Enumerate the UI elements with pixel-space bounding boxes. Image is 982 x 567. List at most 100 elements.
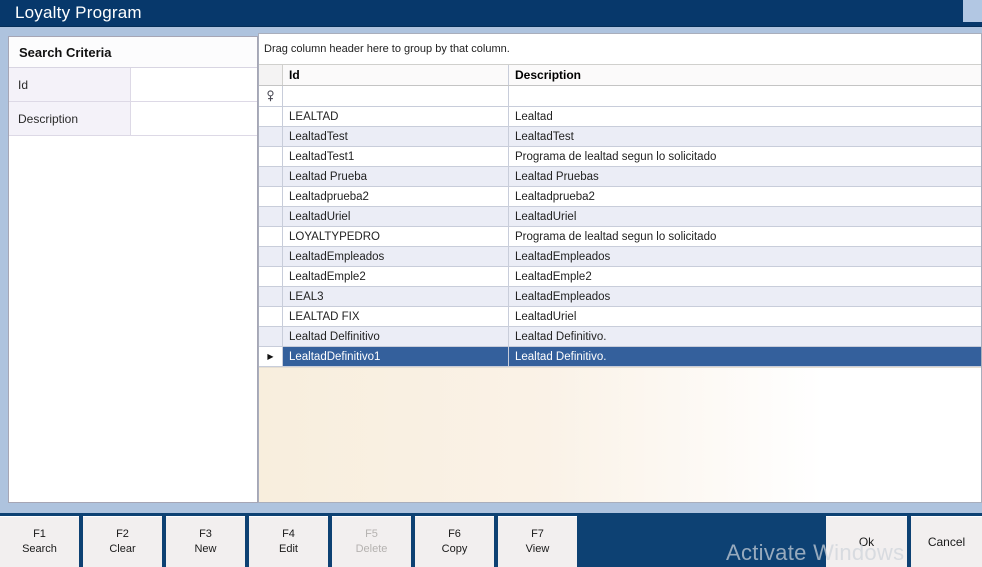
button-key: F3 [199,528,212,540]
cell-id: LEALTAD FIX [283,307,509,326]
button-label: New [194,543,217,555]
cell-description: Lealtadprueba2 [515,190,595,203]
grid-empty-area [259,367,981,502]
row-indicator [259,287,283,306]
row-indicator [259,127,283,146]
cell-id: LealtadTest [283,127,509,146]
column-header-description[interactable]: Description [509,65,981,85]
cell-description: Programa de lealtad segun lo solicitado [515,150,717,163]
group-by-panel[interactable]: Drag column header here to group by that… [259,34,981,64]
button-label: Clear [109,543,136,555]
filter-input-id[interactable] [283,86,509,106]
cell-description: Lealtad [515,110,553,123]
cell-id: LEAL3 [283,287,509,306]
row-indicator: ▶ [259,347,283,366]
table-row[interactable]: Lealtad Delfinitivo Lealtad Definitivo. [259,327,981,347]
ok-button[interactable]: Ok [826,516,907,567]
f5-delete-button: F5 Delete [332,516,411,567]
button-label: Delete [355,543,388,555]
auto-filter-row [259,86,981,107]
f6-copy-button[interactable]: F6 Copy [415,516,494,567]
table-row[interactable]: LealtadTest1 Programa de lealtad segun l… [259,147,981,167]
table-row[interactable]: LEALTAD FIX LealtadUriel [259,307,981,327]
filter-pin-icon-glyph [267,90,274,102]
window-title: Loyalty Program [15,3,142,22]
grid-header-row: Id Description [259,64,981,86]
row-indicator [259,247,283,266]
button-label: View [525,543,550,555]
results-grid: Drag column header here to group by that… [258,33,982,503]
selected-row-arrow-icon: ▶ [267,351,274,361]
table-row[interactable]: LEALTAD Lealtad [259,107,981,127]
cell-id: Lealtad Delfinitivo [283,327,509,346]
button-label: Search [22,543,57,555]
row-indicator [259,107,283,126]
cell-description: Programa de lealtad segun lo solicitado [515,230,717,243]
cell-id: LEALTAD [283,107,509,126]
cell-id: LealtadTest1 [283,147,509,166]
button-key: F2 [116,528,129,540]
cell-description: LealtadUriel [515,210,577,223]
cell-description: LealtadEmple2 [515,270,592,283]
table-row[interactable]: Lealtadprueba2 Lealtadprueba2 [259,187,981,207]
cell-description: Lealtad Definitivo. [515,350,607,363]
f3-new-button[interactable]: F3 New [166,516,245,567]
title-bar: Loyalty Program [0,0,982,27]
row-indicator [259,227,283,246]
cell-id: Lealtadprueba2 [283,187,509,206]
table-row[interactable]: LealtadTest LealtadTest [259,127,981,147]
button-key: F7 [531,528,544,540]
button-key: F4 [282,528,295,540]
cell-description: Lealtad Pruebas [515,170,599,183]
cell-id: LealtadUriel [283,207,509,226]
function-button-bar: F1 Search F2 Clear F3 New F4 Edit F5 Del… [0,513,982,567]
row-indicator [259,327,283,346]
filter-pin-icon [259,86,283,106]
table-row[interactable]: Lealtad Prueba Lealtad Pruebas [259,167,981,187]
description-search-input[interactable] [131,102,257,136]
cell-id: LealtadEmpleados [283,247,509,266]
row-indicator [259,207,283,226]
row-indicator [259,167,283,186]
cancel-button[interactable]: Cancel [911,516,982,567]
table-row[interactable]: LEAL3 LealtadEmpleados [259,287,981,307]
row-indicator [259,267,283,286]
search-criteria-panel: Search Criteria Id Description [8,36,258,503]
cell-description: LealtadTest [515,130,574,143]
table-row[interactable]: LealtadEmple2 LealtadEmple2 [259,267,981,287]
table-row[interactable]: LealtadUriel LealtadUriel [259,207,981,227]
cell-id: LOYALTYPEDRO [283,227,509,246]
search-criteria-title: Search Criteria [9,37,257,68]
row-indicator [259,307,283,326]
button-bar-filler [581,516,826,567]
header-gutter-cell [259,65,283,85]
cell-description: Lealtad Definitivo. [515,330,607,343]
table-row-selected[interactable]: ▶ LealtadDefinitivo1 Lealtad Definitivo. [259,347,981,367]
cell-id: LealtadEmple2 [283,267,509,286]
f1-search-button[interactable]: F1 Search [0,516,79,567]
cell-description: LealtadEmpleados [515,290,611,303]
button-key: F6 [448,528,461,540]
table-row[interactable]: LOYALTYPEDRO Programa de lealtad segun l… [259,227,981,247]
f4-edit-button[interactable]: F4 Edit [249,516,328,567]
row-indicator [259,147,283,166]
cell-id: Lealtad Prueba [283,167,509,186]
filter-input-description[interactable] [509,86,981,106]
search-field-row-description: Description [9,102,257,136]
id-search-input[interactable] [131,68,257,102]
search-field-row-id: Id [9,68,257,102]
cell-description: LealtadUriel [515,310,577,323]
button-key: F1 [33,528,46,540]
titlebar-corner-block [963,0,982,22]
id-field-label: Id [9,68,131,102]
f2-clear-button[interactable]: F2 Clear [83,516,162,567]
button-label: Edit [279,543,298,555]
description-field-label: Description [9,102,131,136]
column-header-id[interactable]: Id [283,65,509,85]
table-row[interactable]: LealtadEmpleados LealtadEmpleados [259,247,981,267]
row-indicator [259,187,283,206]
cell-description: LealtadEmpleados [515,250,611,263]
cell-id: LealtadDefinitivo1 [283,347,509,366]
button-key: F5 [365,528,378,540]
f7-view-button[interactable]: F7 View [498,516,577,567]
